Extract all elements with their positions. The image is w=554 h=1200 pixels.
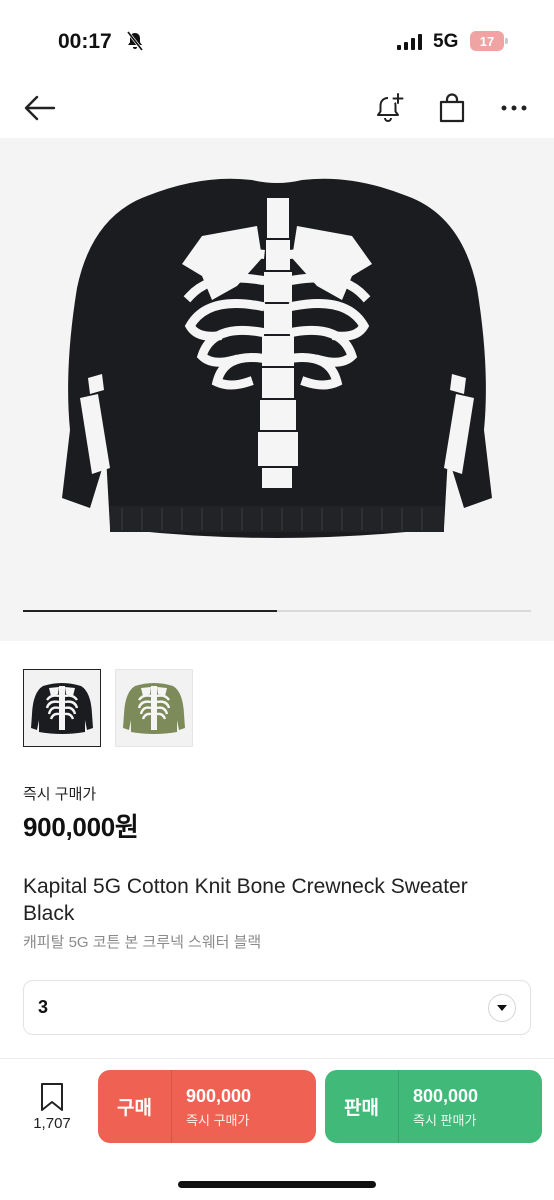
price-label: 즉시 구매가 (23, 786, 97, 803)
product-image-gallery[interactable] (0, 138, 554, 641)
thumbnail-image-olive (123, 683, 185, 734)
buy-button[interactable]: 구매 900,000 즉시 구매가 (98, 1070, 316, 1143)
gallery-progress-fill (23, 610, 277, 612)
bell-plus-icon (377, 93, 404, 122)
shopping-bag-icon (439, 93, 465, 123)
buy-info: 900,000 즉시 구매가 (172, 1070, 251, 1143)
size-value: 3 (38, 997, 49, 1017)
more-horizontal-icon (501, 105, 527, 111)
sell-label: 판매 (325, 1070, 399, 1143)
sell-info: 800,000 즉시 판매가 (399, 1070, 478, 1143)
bookmark-icon (41, 1083, 63, 1111)
signal-icon (397, 34, 422, 50)
buy-label: 구매 (98, 1070, 172, 1143)
sell-sublabel: 즉시 판매가 (413, 1113, 477, 1128)
buy-price: 900,000 (186, 1086, 252, 1106)
price-value: 900,000원 (23, 812, 139, 842)
nav-bar (0, 80, 554, 136)
status-bar: 00:17 5G 17 (0, 0, 554, 80)
arrow-left-icon (24, 95, 56, 121)
home-indicator (178, 1181, 376, 1188)
thumbnail-black[interactable] (23, 669, 101, 747)
shopping-bag-button[interactable] (432, 88, 472, 128)
wish-count: 1,707 (33, 1115, 71, 1132)
product-title: Kapital 5G Cotton Knit Bone Crewneck Swe… (23, 875, 468, 925)
price-alert-button[interactable] (370, 88, 410, 128)
product-subtitle: 캐피탈 5G 코튼 본 크루넥 스웨터 블랙 (23, 934, 262, 951)
gallery-progress (23, 610, 531, 612)
buy-sublabel: 즉시 구매가 (186, 1113, 250, 1128)
network-type: 5G (433, 31, 459, 52)
battery-level: 17 (479, 33, 495, 49)
wish-button[interactable]: 1,707 (23, 1078, 81, 1138)
size-select[interactable]: 3 (23, 980, 531, 1035)
more-button[interactable] (494, 88, 534, 128)
bottom-divider (0, 1058, 554, 1059)
status-time: 00:17 (58, 30, 112, 53)
dropdown-button[interactable] (488, 994, 516, 1022)
sell-price: 800,000 (413, 1086, 479, 1106)
thumbnail-olive[interactable] (115, 669, 193, 747)
sell-button[interactable]: 판매 800,000 즉시 판매가 (325, 1070, 542, 1143)
product-image (62, 178, 492, 538)
battery-icon: 17 (470, 31, 508, 51)
back-button[interactable] (20, 88, 60, 128)
bell-off-icon (126, 31, 144, 51)
thumbnail-list (23, 669, 193, 747)
thumbnail-image-black (31, 683, 93, 734)
caret-down-icon (497, 1005, 507, 1011)
